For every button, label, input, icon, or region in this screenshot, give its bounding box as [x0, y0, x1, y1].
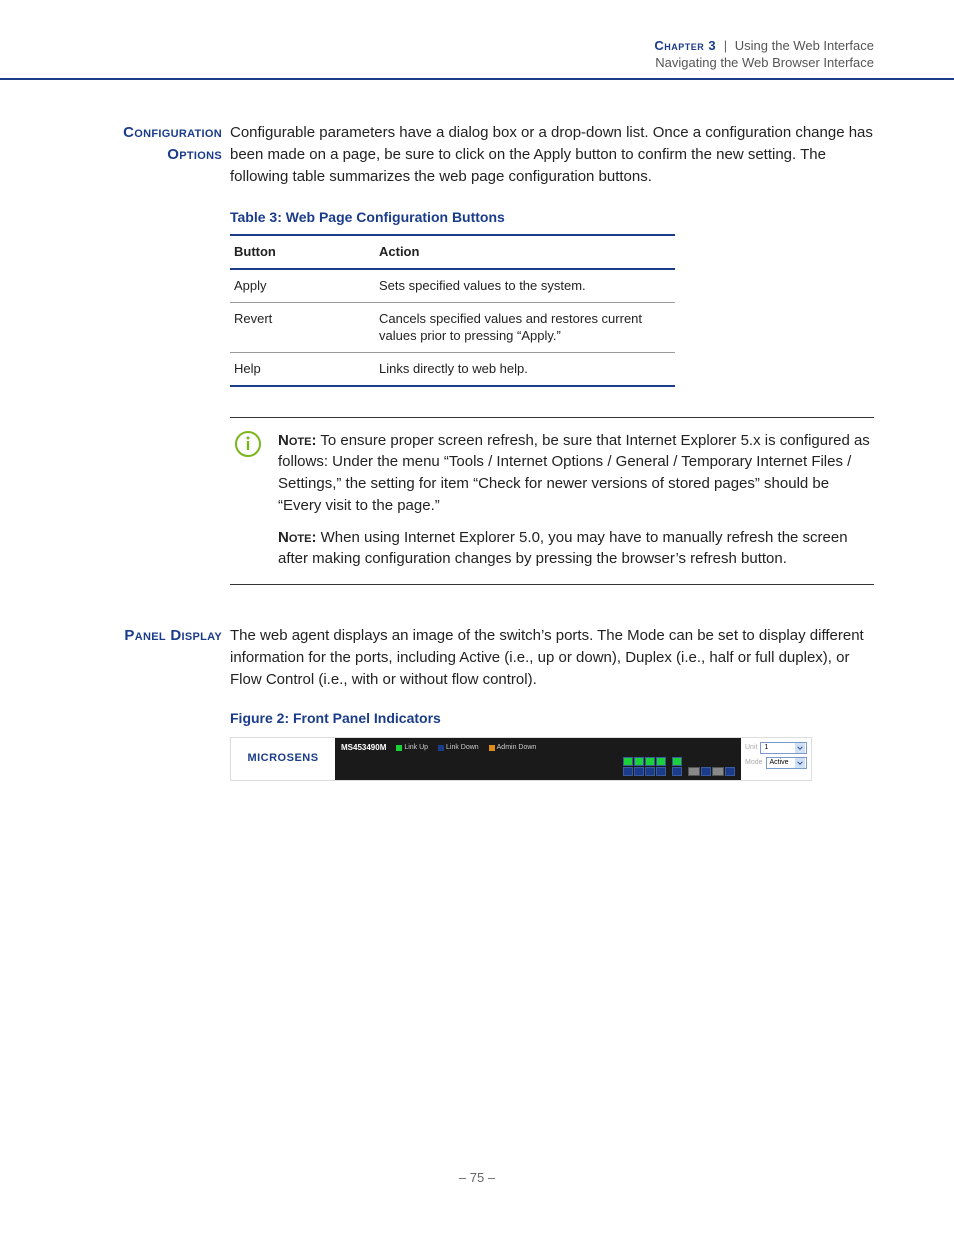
port-icon	[656, 757, 666, 766]
section-panel-body: The web agent displays an image of the s…	[230, 625, 874, 690]
cell-button: Help	[230, 353, 375, 386]
cell-action: Links directly to web help.	[375, 353, 675, 386]
sfp-port-icon	[688, 767, 700, 776]
note-paragraph-2: Note: When using Internet Explorer 5.0, …	[278, 527, 874, 571]
note-block: Note: To ensure proper screen refresh, b…	[230, 417, 874, 586]
chevron-down-icon	[795, 758, 805, 768]
port-icon	[672, 757, 682, 766]
legend-linkdown: Link Down	[446, 744, 479, 751]
unit-select[interactable]: 1	[760, 742, 807, 754]
cell-button: Apply	[230, 269, 375, 302]
panel-brand-logo: MICROSENS	[231, 738, 335, 780]
port-icon	[656, 767, 666, 776]
header-subtitle: Navigating the Web Browser Interface	[0, 55, 874, 70]
note2-text: When using Internet Explorer 5.0, you ma…	[278, 529, 848, 568]
port-icon	[623, 757, 633, 766]
table-row: Help Links directly to web help.	[230, 353, 675, 386]
port-icon	[634, 757, 644, 766]
legend-dot-linkdown	[438, 745, 444, 751]
section-config-body: Configurable parameters have a dialog bo…	[230, 122, 874, 187]
table-row: Revert Cancels specified values and rest…	[230, 302, 675, 352]
table-row: Apply Sets specified values to the syste…	[230, 269, 675, 302]
figure-caption: Figure 2: Front Panel Indicators	[230, 708, 874, 728]
section-label-config: Configuration Options	[80, 122, 230, 387]
header-separator: |	[724, 38, 727, 53]
port-icon	[645, 767, 655, 776]
cell-button: Revert	[230, 302, 375, 352]
panel-right-controls: Unit 1 Mode Active	[741, 738, 811, 780]
page-number: – 75 –	[0, 1170, 954, 1185]
sfp-port-icon	[712, 767, 724, 776]
cell-action: Cancels specified values and restores cu…	[375, 302, 675, 352]
mode-label: Mode	[745, 758, 763, 768]
panel-switch-body: MS453490M Link Up Link Down Admin Down	[335, 738, 741, 780]
info-icon	[234, 430, 262, 458]
note-label: Note:	[278, 529, 316, 546]
legend-dot-admindown	[489, 745, 495, 751]
port-icon	[634, 767, 644, 776]
port-icon	[672, 767, 682, 776]
port-icon	[725, 767, 735, 776]
port-panel	[623, 757, 735, 776]
th-button: Button	[230, 235, 375, 270]
config-buttons-table: Button Action Apply Sets specified value…	[230, 234, 675, 387]
note1-text: To ensure proper screen refresh, be sure…	[278, 432, 870, 514]
header-title: Using the Web Interface	[735, 38, 874, 53]
section-label-line1: Configuration	[123, 124, 222, 141]
front-panel-figure: MICROSENS MS453490M Link Up Link Down Ad…	[230, 737, 812, 781]
legend-dot-linkup	[396, 745, 402, 751]
th-action: Action	[375, 235, 675, 270]
port-icon	[623, 767, 633, 776]
mode-select[interactable]: Active	[766, 757, 807, 769]
chapter-label: Chapter 3	[654, 38, 716, 53]
legend-linkup: Link Up	[404, 744, 428, 751]
unit-label: Unit	[745, 743, 757, 753]
chevron-down-icon	[795, 743, 805, 753]
section-label-panel: Panel Display	[80, 625, 230, 781]
section-configuration-options: Configuration Options Configurable param…	[80, 122, 874, 387]
cell-action: Sets specified values to the system.	[375, 269, 675, 302]
note-paragraph-1: Note: To ensure proper screen refresh, b…	[278, 430, 874, 517]
unit-select-value: 1	[764, 743, 768, 753]
port-icon	[645, 757, 655, 766]
panel-model: MS453490M	[341, 743, 386, 752]
table-caption: Table 3: Web Page Configuration Buttons	[230, 207, 874, 227]
section-label-line2: Options	[167, 146, 222, 163]
legend-admindown: Admin Down	[497, 744, 537, 751]
mode-select-value: Active	[770, 758, 789, 768]
section-panel-display: Panel Display The web agent displays an …	[80, 625, 874, 781]
page-header: Chapter 3 | Using the Web Interface Navi…	[0, 0, 954, 70]
note-label: Note:	[278, 432, 316, 449]
port-icon	[701, 767, 711, 776]
